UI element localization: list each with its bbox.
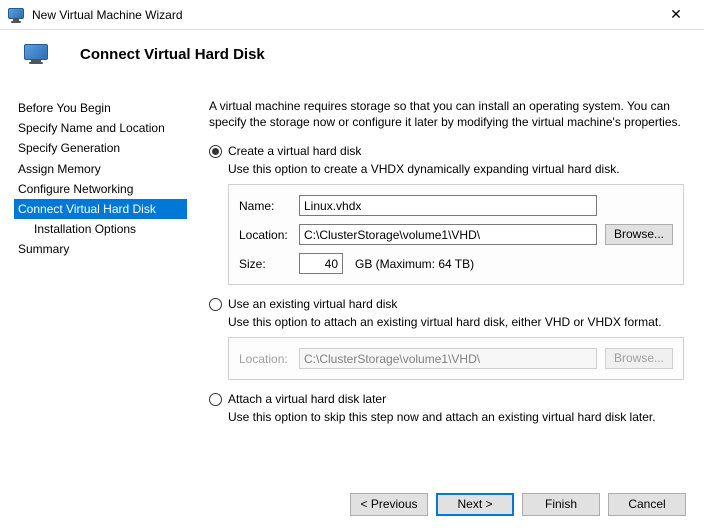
sidebar-item-specify-generation[interactable]: Specify Generation: [14, 138, 187, 158]
existing-fields: Location: Browse...: [228, 337, 684, 380]
cancel-button[interactable]: Cancel: [608, 493, 686, 516]
existing-browse-button: Browse...: [605, 348, 673, 369]
existing-location-input: [299, 348, 597, 369]
option-existing: Use an existing virtual hard disk Use th…: [209, 297, 684, 380]
later-desc: Use this option to skip this step now an…: [228, 410, 684, 424]
page-title: Connect Virtual Hard Disk: [80, 46, 265, 63]
sidebar-item-connect-vhd[interactable]: Connect Virtual Hard Disk: [14, 199, 187, 219]
finish-button[interactable]: Finish: [522, 493, 600, 516]
browse-button[interactable]: Browse...: [605, 224, 673, 245]
window-title: New Virtual Machine Wizard: [32, 8, 656, 22]
radio-existing[interactable]: [209, 298, 222, 311]
option-create: Create a virtual hard disk Use this opti…: [209, 144, 684, 285]
option-later: Attach a virtual hard disk later Use thi…: [209, 392, 684, 424]
previous-button[interactable]: < Previous: [350, 493, 428, 516]
titlebar: New Virtual Machine Wizard ✕: [0, 0, 704, 30]
sidebar-item-specify-name[interactable]: Specify Name and Location: [14, 118, 187, 138]
name-input[interactable]: [299, 195, 597, 216]
main-panel: A virtual machine requires storage so th…: [187, 74, 690, 436]
existing-location-label: Location:: [239, 352, 291, 366]
page-header: Connect Virtual Hard Disk: [0, 30, 704, 74]
create-desc: Use this option to create a VHDX dynamic…: [228, 162, 684, 176]
sidebar-item-configure-networking[interactable]: Configure Networking: [14, 179, 187, 199]
vm-wizard-icon: [8, 8, 24, 22]
page-icon: [24, 44, 48, 64]
location-label: Location:: [239, 228, 291, 242]
radio-create-label: Create a virtual hard disk: [228, 144, 361, 158]
create-fields: Name: Location: Browse... Size: GB (Maxi…: [228, 184, 684, 285]
intro-text: A virtual machine requires storage so th…: [209, 98, 684, 130]
sidebar-item-summary[interactable]: Summary: [14, 239, 187, 259]
size-label: Size:: [239, 257, 291, 271]
sidebar-item-assign-memory[interactable]: Assign Memory: [14, 159, 187, 179]
radio-create[interactable]: [209, 145, 222, 158]
button-bar: < Previous Next > Finish Cancel: [350, 493, 686, 516]
radio-later-label: Attach a virtual hard disk later: [228, 392, 386, 406]
size-input[interactable]: [299, 253, 343, 274]
close-icon[interactable]: ✕: [656, 6, 696, 23]
next-button[interactable]: Next >: [436, 493, 514, 516]
sidebar: Before You Begin Specify Name and Locati…: [14, 74, 187, 436]
size-unit: GB (Maximum: 64 TB): [355, 257, 474, 271]
radio-later[interactable]: [209, 393, 222, 406]
radio-existing-label: Use an existing virtual hard disk: [228, 297, 397, 311]
sidebar-item-before-you-begin[interactable]: Before You Begin: [14, 98, 187, 118]
name-label: Name:: [239, 199, 291, 213]
existing-desc: Use this option to attach an existing vi…: [228, 315, 684, 329]
location-input[interactable]: [299, 224, 597, 245]
sidebar-item-installation-options[interactable]: Installation Options: [14, 219, 187, 239]
